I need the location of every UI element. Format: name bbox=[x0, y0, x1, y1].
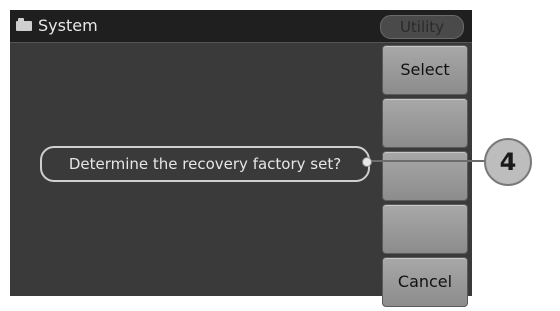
softkey-panel: Select Cancel bbox=[382, 43, 468, 307]
softkey-2-button[interactable] bbox=[382, 98, 468, 148]
softkey-3-button[interactable] bbox=[382, 151, 468, 201]
callout-leader-line bbox=[368, 160, 486, 162]
select-button[interactable]: Select bbox=[382, 45, 468, 95]
folder-icon bbox=[16, 18, 32, 31]
confirm-dialog-message: Determine the recovery factory set? bbox=[40, 146, 370, 182]
softkey-4-button[interactable] bbox=[382, 204, 468, 254]
title-bar: System Utility bbox=[10, 10, 472, 43]
callout-number-badge: 4 bbox=[484, 138, 532, 186]
instrument-screen: System Utility Determine the recovery fa… bbox=[10, 10, 472, 307]
callout-anchor-dot bbox=[362, 157, 372, 167]
window-title: System bbox=[38, 16, 98, 35]
utility-badge: Utility bbox=[380, 15, 464, 39]
cancel-button[interactable]: Cancel bbox=[382, 257, 468, 307]
